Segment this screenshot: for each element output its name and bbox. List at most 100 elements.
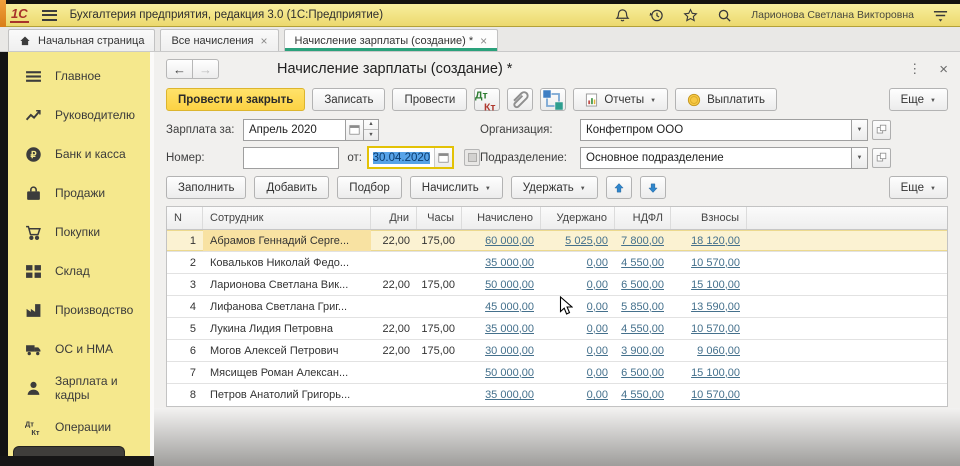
- post-and-close-button[interactable]: Провести и закрыть: [166, 88, 305, 111]
- sidebar-item-salary-hr[interactable]: Зарплата и кадры: [25, 376, 150, 400]
- sidebar-item-manager[interactable]: Руководителю: [25, 103, 150, 127]
- sidebar-item-operations[interactable]: ДтКт Операции: [25, 415, 150, 439]
- back-button[interactable]: ←: [166, 59, 193, 79]
- cell-days[interactable]: [371, 296, 417, 317]
- cell-withheld-link[interactable]: 0,00: [541, 252, 615, 273]
- spin-up-icon[interactable]: ▲: [364, 120, 378, 131]
- search-icon[interactable]: [717, 8, 732, 23]
- cell-withheld-link[interactable]: 0,00: [541, 274, 615, 295]
- reports-button[interactable]: Отчеты ▼: [573, 88, 668, 111]
- cell-contributions-link[interactable]: 10 570,00: [671, 318, 747, 339]
- cell-hours[interactable]: [417, 296, 462, 317]
- cell-hours[interactable]: 175,00: [417, 230, 462, 251]
- cell-employee[interactable]: Абрамов Геннадий Серге...: [203, 230, 371, 251]
- table-row[interactable]: 1 Абрамов Геннадий Серге... 22,00 175,00…: [167, 230, 947, 252]
- window-menu-icon[interactable]: ⋮: [908, 61, 921, 77]
- sidebar-item-bank-cash[interactable]: ₽ Банк и касса: [25, 142, 150, 166]
- cell-employee[interactable]: Лукина Лидия Петровна: [203, 318, 371, 339]
- organization-open-button[interactable]: [872, 120, 891, 140]
- cell-accrued-link[interactable]: 45 000,00: [462, 296, 541, 317]
- cell-employee[interactable]: Петров Анатолий Григорь...: [203, 384, 371, 406]
- tab-salary-accrual[interactable]: Начисление зарплаты (создание) * ×: [284, 29, 499, 51]
- tab-home[interactable]: Начальная страница: [8, 29, 155, 51]
- cell-accrued-link[interactable]: 35 000,00: [462, 318, 541, 339]
- spin-down-icon[interactable]: ▼: [364, 130, 378, 140]
- main-menu-icon[interactable]: [42, 10, 57, 21]
- pick-button[interactable]: Подбор: [337, 176, 402, 199]
- table-row[interactable]: 5 Лукина Лидия Петровна 22,00 175,00 35 …: [167, 318, 947, 340]
- period-calendar-button[interactable]: [346, 119, 364, 141]
- accrue-button[interactable]: Начислить ▼: [410, 176, 503, 199]
- table-row[interactable]: 8 Петров Анатолий Григорь... 35 000,00 0…: [167, 384, 947, 406]
- sidebar-item-production[interactable]: Производство: [25, 298, 150, 322]
- sidebar-item-fixed-assets[interactable]: ОС и НМА: [25, 337, 150, 361]
- move-row-up-button[interactable]: [606, 176, 632, 199]
- date-input-focused[interactable]: 30.04.2020: [367, 146, 455, 169]
- cell-employee[interactable]: Лифанова Светлана Григ...: [203, 296, 371, 317]
- cell-hours[interactable]: [417, 384, 462, 406]
- department-dropdown-button[interactable]: ▼: [852, 147, 868, 169]
- cell-hours[interactable]: [417, 252, 462, 273]
- cell-accrued-link[interactable]: 35 000,00: [462, 384, 541, 406]
- tab-close-icon[interactable]: ×: [261, 35, 268, 47]
- favorites-star-icon[interactable]: [683, 8, 698, 23]
- save-button[interactable]: Записать: [312, 88, 385, 111]
- cell-ndfl-link[interactable]: 6 500,00: [615, 362, 671, 383]
- cell-accrued-link[interactable]: 60 000,00: [462, 230, 541, 251]
- cell-days[interactable]: [371, 362, 417, 383]
- cell-ndfl-link[interactable]: 4 550,00: [615, 252, 671, 273]
- tab-close-icon[interactable]: ×: [480, 35, 487, 47]
- table-row[interactable]: 7 Мясищев Роман Алексан... 50 000,00 0,0…: [167, 362, 947, 384]
- cell-accrued-link[interactable]: 35 000,00: [462, 252, 541, 273]
- cell-withheld-link[interactable]: 0,00: [541, 384, 615, 406]
- table-row[interactable]: 3 Ларионова Светлана Вик... 22,00 175,00…: [167, 274, 947, 296]
- cell-accrued-link[interactable]: 30 000,00: [462, 340, 541, 361]
- cell-contributions-link[interactable]: 18 120,00: [671, 230, 747, 251]
- table-row[interactable]: 4 Лифанова Светлана Григ... 45 000,00 0,…: [167, 296, 947, 318]
- tab-all-accruals[interactable]: Все начисления ×: [160, 29, 278, 51]
- cell-days[interactable]: 22,00: [371, 230, 417, 251]
- organization-input[interactable]: Конфетпром ООО: [580, 119, 852, 141]
- cell-withheld-link[interactable]: 0,00: [541, 318, 615, 339]
- salary-period-input[interactable]: Апрель 2020: [243, 119, 346, 141]
- cell-accrued-link[interactable]: 50 000,00: [462, 362, 541, 383]
- cell-contributions-link[interactable]: 15 100,00: [671, 362, 747, 383]
- forward-button[interactable]: →: [192, 59, 219, 79]
- service-settings-menu-icon[interactable]: [933, 8, 948, 23]
- cell-accrued-link[interactable]: 50 000,00: [462, 274, 541, 295]
- move-row-down-button[interactable]: [640, 176, 666, 199]
- cell-days[interactable]: 22,00: [371, 274, 417, 295]
- cell-days[interactable]: [371, 384, 417, 406]
- more-table-button[interactable]: Еще ▼: [889, 176, 948, 199]
- cell-ndfl-link[interactable]: 3 900,00: [615, 340, 671, 361]
- cell-hours[interactable]: 175,00: [417, 340, 462, 361]
- more-commands-button[interactable]: Еще ▼: [889, 88, 948, 111]
- cell-contributions-link[interactable]: 10 570,00: [671, 252, 747, 273]
- history-icon[interactable]: [649, 8, 664, 23]
- cell-hours[interactable]: [417, 362, 462, 383]
- number-input[interactable]: [243, 147, 339, 169]
- cell-withheld-link[interactable]: 0,00: [541, 362, 615, 383]
- date-extra-button[interactable]: [464, 149, 480, 166]
- cell-ndfl-link[interactable]: 4 550,00: [615, 318, 671, 339]
- organization-dropdown-button[interactable]: ▼: [852, 119, 868, 141]
- cell-ndfl-link[interactable]: 6 500,00: [615, 274, 671, 295]
- fill-button[interactable]: Заполнить: [166, 176, 246, 199]
- cell-hours[interactable]: 175,00: [417, 318, 462, 339]
- cell-employee[interactable]: Ковальков Николай Федо...: [203, 252, 371, 273]
- cell-employee[interactable]: Мясищев Роман Алексан...: [203, 362, 371, 383]
- withhold-button[interactable]: Удержать ▼: [511, 176, 598, 199]
- cell-withheld-link[interactable]: 0,00: [541, 340, 615, 361]
- cell-withheld-link[interactable]: 5 025,00: [541, 230, 615, 251]
- related-documents-button[interactable]: [540, 88, 566, 111]
- date-calendar-button[interactable]: [434, 148, 452, 167]
- cell-days[interactable]: [371, 252, 417, 273]
- sidebar-item-purchases[interactable]: Покупки: [25, 220, 150, 244]
- add-button[interactable]: Добавить: [254, 176, 329, 199]
- post-button[interactable]: Провести: [392, 88, 467, 111]
- cell-employee[interactable]: Ларионова Светлана Вик...: [203, 274, 371, 295]
- cell-hours[interactable]: 175,00: [417, 274, 462, 295]
- cell-days[interactable]: 22,00: [371, 340, 417, 361]
- period-spinner[interactable]: ▲ ▼: [364, 119, 379, 141]
- table-row[interactable]: 2 Ковальков Николай Федо... 35 000,00 0,…: [167, 252, 947, 274]
